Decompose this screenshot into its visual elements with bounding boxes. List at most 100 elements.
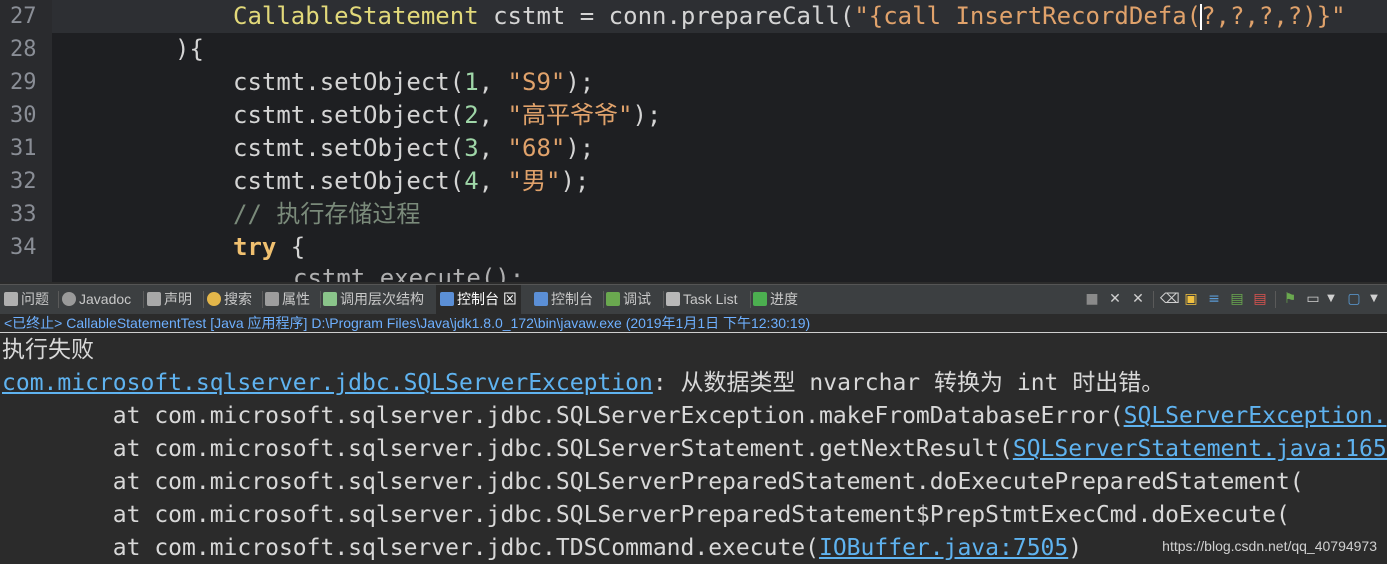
tab-console[interactable]: 控制台 [534, 285, 593, 314]
problems-icon [4, 292, 18, 306]
token-code: ); [632, 101, 662, 129]
output-exception-line: com.microsoft.sqlserver.jdbc.SQLServerEx… [2, 367, 1164, 400]
show-on-stdout-icon[interactable]: ▤ [1229, 291, 1245, 307]
code-line-31[interactable]: cstmt.setObject(3, "68"); [233, 132, 594, 165]
show-on-stderr-icon[interactable]: ▤ [1252, 291, 1268, 307]
stack-frame-text: at com.microsoft.sqlserver.jdbc.SQLServe… [2, 403, 1124, 429]
tab-label: 问题 [21, 291, 49, 307]
code-line-30[interactable]: cstmt.setObject(2, "高平爷爷"); [233, 99, 661, 132]
token-code: , [478, 167, 508, 195]
token-type: CallableStatement [233, 2, 479, 30]
token-number: 3 [464, 134, 479, 162]
token-code: cstmt.setObject( [233, 101, 465, 129]
stack-frame: at com.microsoft.sqlserver.jdbc.SQLServe… [2, 499, 1290, 532]
toolbar-separator [1153, 291, 1154, 308]
tab-separator [143, 291, 144, 308]
stack-frame: at com.microsoft.sqlserver.jdbc.SQLServe… [2, 466, 1304, 499]
tab-separator [603, 291, 604, 308]
exception-class-link[interactable]: com.microsoft.sqlserver.jdbc.SQLServerEx… [2, 370, 653, 396]
source-link[interactable]: SQLServerStatement.java:1655 [1013, 436, 1387, 462]
tab-label: 属性 [282, 291, 310, 307]
toolbar-separator [1275, 291, 1276, 308]
javadoc-icon [62, 292, 76, 306]
tab-separator [203, 291, 204, 308]
stack-frame-text: at com.microsoft.sqlserver.jdbc.SQLServe… [2, 469, 1304, 495]
tab-label: 控制台 [551, 291, 593, 307]
tab-debug[interactable]: 调试 [606, 285, 651, 314]
token-number: 2 [464, 101, 479, 129]
tab-search[interactable]: 搜索 [207, 285, 252, 314]
token-code: cstmt.setObject( [233, 167, 465, 195]
code-line-27[interactable]: CallableStatement cstmt = conn.prepareCa… [233, 0, 1346, 33]
terminate-icon[interactable]: ■ [1084, 291, 1100, 307]
launch-status-line: <已终止> CallableStatementTest [Java 应用程序] … [4, 315, 811, 331]
tab-separator [58, 291, 59, 308]
stack-frame-text: at com.microsoft.sqlserver.jdbc.SQLServe… [2, 436, 1013, 462]
chevron-down-icon[interactable]: ▼ [1366, 291, 1382, 307]
token-code: cstmt.setObject( [233, 134, 465, 162]
tab-label: 调试 [623, 291, 651, 307]
word-wrap-icon[interactable]: ≡ [1206, 291, 1222, 307]
remove-all-terminated-icon[interactable]: ✕ [1130, 291, 1146, 307]
tab-problems[interactable]: 问题 [4, 285, 49, 314]
clear-console-icon[interactable]: ⌫ [1160, 291, 1180, 307]
code-line-28[interactable]: ){ [175, 33, 204, 66]
scroll-lock-icon[interactable]: ▣ [1183, 291, 1199, 307]
tab-label: Task List [683, 291, 738, 307]
token-string: "男" [507, 167, 561, 195]
line-number-gutter: 27 28 29 30 31 32 33 34 [0, 0, 52, 282]
stack-frame-text: at com.microsoft.sqlserver.jdbc.TDSComma… [2, 535, 819, 561]
pin-console-icon[interactable]: ⚑ [1282, 291, 1298, 307]
tab-properties[interactable]: 属性 [265, 285, 310, 314]
tab-separator [750, 291, 751, 308]
output-fail-msg: 执行失败 [2, 337, 94, 363]
tab-label: 控制台 ⊠ [457, 291, 517, 307]
console-tab-bar: 问题 Javadoc 声明 搜索 属性 调用层次结构 控制台 ⊠ 控制台 调试 … [0, 284, 1387, 315]
token-string: "68" [507, 134, 566, 162]
tab-separator [320, 291, 321, 308]
chevron-down-icon[interactable]: ▼ [1323, 291, 1339, 307]
debug-bug-icon [606, 292, 620, 306]
tab-console-active[interactable]: 控制台 ⊠ [436, 285, 521, 314]
stack-frame: at com.microsoft.sqlserver.jdbc.TDSComma… [2, 532, 1082, 564]
search-icon [207, 292, 221, 306]
code-line-29[interactable]: cstmt.setObject(1, "S9"); [233, 66, 594, 99]
tab-label: 进度 [770, 291, 798, 307]
token-keyword: try [233, 233, 277, 261]
console-output[interactable]: <已终止> CallableStatementTest [Java 应用程序] … [0, 314, 1387, 564]
tab-task-list[interactable]: Task List [666, 285, 737, 314]
line-number: 33 [10, 202, 37, 227]
code-line-32[interactable]: cstmt.setObject(4, "男"); [233, 165, 589, 198]
tab-separator [262, 291, 263, 308]
line-number: 32 [10, 169, 37, 194]
token-code: , [478, 134, 508, 162]
display-console-icon[interactable]: ▭ [1305, 291, 1321, 307]
source-link[interactable]: IOBuffer.java:7505 [819, 535, 1068, 561]
line-number: 29 [10, 70, 37, 95]
tab-progress[interactable]: 进度 [753, 285, 798, 314]
tab-declaration[interactable]: 声明 [147, 285, 192, 314]
tab-javadoc[interactable]: Javadoc [62, 285, 131, 314]
code-line-35-cut[interactable]: cstmt.execute(); [293, 262, 524, 282]
stack-frame: at com.microsoft.sqlserver.jdbc.SQLServe… [2, 433, 1387, 466]
tab-label: 调用层次结构 [340, 291, 424, 307]
token-code: { [276, 233, 306, 261]
stack-frame-text: ) [1068, 535, 1083, 561]
source-link[interactable]: SQLServerException.java:217 [1124, 403, 1387, 429]
code-line-33[interactable]: // 执行存储过程 [233, 198, 420, 231]
code-line-34[interactable]: try { [233, 231, 305, 264]
progress-icon [753, 292, 767, 306]
token-string: ?,?,?,?)}" [1201, 2, 1346, 30]
token-number: 4 [464, 167, 479, 195]
exception-message: : 从数据类型 nvarchar 转换为 int 时出错。 [652, 370, 1165, 396]
token-string: "S9" [507, 68, 566, 96]
remove-launch-icon[interactable]: ✕ [1107, 291, 1123, 307]
tab-label: 搜索 [224, 291, 252, 307]
new-console-icon[interactable]: ▢ [1346, 291, 1362, 307]
token-code: , [478, 68, 508, 96]
tab-call-hierarchy[interactable]: 调用层次结构 [323, 285, 424, 314]
token-string: "高平爷爷" [507, 101, 633, 129]
token-string: "{call InsertRecordDefa( [854, 2, 1202, 30]
code-editor[interactable]: 27 28 29 30 31 32 33 34 CallableStatemen… [0, 0, 1387, 282]
token-code: ); [565, 68, 595, 96]
